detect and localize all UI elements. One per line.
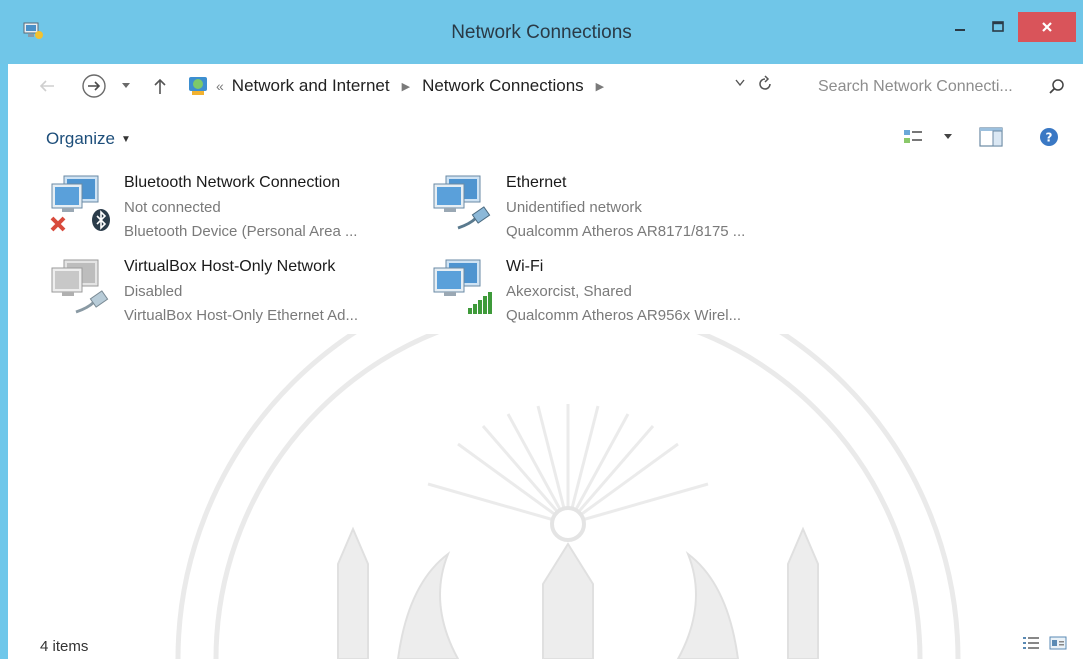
organize-label: Organize — [46, 129, 115, 148]
maximize-icon — [992, 21, 1004, 32]
minimize-icon — [955, 29, 965, 31]
connections-list: Bluetooth Network Connection Not connect… — [8, 164, 1083, 344]
breadcrumb-network-and-internet[interactable]: Network and Internet — [232, 76, 390, 96]
maximize-button[interactable] — [980, 12, 1016, 42]
watermark-emblem — [175, 334, 961, 659]
minimize-button[interactable] — [942, 12, 978, 42]
help-icon: ? — [1040, 128, 1058, 146]
title-bar[interactable]: Network Connections — [0, 0, 1083, 64]
refresh-button[interactable] — [756, 74, 774, 99]
back-button[interactable] — [36, 73, 58, 99]
connection-name: VirtualBox Host-Only Network — [124, 258, 336, 275]
change-view-button[interactable] — [902, 126, 924, 148]
ethernet-cable-icon — [433, 175, 491, 230]
chevron-down-icon: ▼ — [120, 133, 131, 145]
connection-device: Qualcomm Atheros AR956x Wirel... — [506, 307, 742, 324]
status-bar: 4 items — [8, 628, 1083, 659]
search-box[interactable] — [804, 72, 1074, 102]
details-view-icon — [1023, 637, 1039, 649]
tiles-view-button[interactable] — [1048, 634, 1068, 657]
address-history-button[interactable] — [734, 78, 746, 91]
connection-status: Disabled — [124, 283, 183, 300]
view-options-icon — [904, 130, 922, 143]
connection-device: Bluetooth Device (Personal Area ... — [124, 223, 358, 240]
forward-button[interactable] — [80, 73, 108, 99]
svg-text:?: ? — [1046, 131, 1053, 145]
tiles-view-icon — [1049, 636, 1067, 650]
connection-device: VirtualBox Host-Only Ethernet Ad... — [124, 307, 359, 324]
command-bar: Organize ▼ ? — [8, 112, 1083, 164]
chevron-down-icon — [735, 79, 745, 87]
connection-item-bluetooth[interactable]: Bluetooth Network Connection Not connect… — [46, 164, 426, 242]
chevron-down-icon — [122, 83, 130, 88]
connection-device: Qualcomm Atheros AR8171/8175 ... — [506, 223, 746, 240]
breadcrumb-separator-icon[interactable]: ▶ — [402, 80, 410, 93]
connection-status: Not connected — [124, 199, 221, 216]
connection-name: Bluetooth Network Connection — [124, 174, 341, 191]
view-dropdown-button[interactable] — [943, 126, 953, 148]
up-arrow-icon — [154, 78, 166, 94]
address-bar-row: « Network and Internet ▶ Network Connect… — [8, 64, 1083, 110]
connection-item-ethernet[interactable]: Ethernet Unidentified network Qualcomm A… — [428, 164, 808, 242]
details-view-button[interactable] — [1021, 634, 1041, 657]
search-input[interactable] — [818, 78, 1038, 96]
item-count: 4 items — [40, 638, 89, 655]
close-icon — [1042, 22, 1052, 32]
connection-status: Akexorcist, Shared — [506, 283, 632, 300]
organize-button[interactable]: Organize ▼ — [46, 129, 131, 149]
connection-item-wifi[interactable]: Wi-Fi Akexorcist, Shared Qualcomm Athero… — [428, 248, 808, 326]
connection-name: Ethernet — [506, 174, 567, 191]
chevron-down-icon — [944, 134, 952, 139]
ethernet-disabled-icon — [51, 259, 109, 314]
up-button[interactable] — [150, 73, 170, 99]
breadcrumb: « Network and Internet ▶ Network Connect… — [186, 74, 616, 98]
window-title: Network Connections — [451, 22, 632, 43]
close-button[interactable] — [1018, 12, 1076, 42]
wifi-signal-icon — [433, 259, 492, 314]
recent-locations-button[interactable] — [118, 73, 134, 99]
connection-name: Wi-Fi — [506, 258, 544, 275]
connection-item-virtualbox[interactable]: VirtualBox Host-Only Network Disabled Vi… — [46, 248, 426, 326]
forward-arrow-icon — [82, 74, 106, 98]
refresh-icon — [759, 75, 771, 90]
preview-pane-icon — [979, 127, 1003, 147]
breadcrumb-overflow[interactable]: « — [216, 78, 224, 94]
explorer-window: Network Connections « Network and Intern… — [0, 0, 1083, 659]
back-arrow-icon — [39, 80, 54, 92]
bluetooth-disconnected-icon — [50, 175, 110, 232]
connection-status: Unidentified network — [506, 199, 642, 216]
breadcrumb-separator-icon[interactable]: ▶ — [596, 80, 604, 93]
preview-pane-button[interactable] — [978, 126, 1004, 148]
help-button[interactable]: ? — [1038, 126, 1060, 148]
breadcrumb-network-connections[interactable]: Network Connections — [422, 76, 584, 96]
control-panel-icon — [189, 77, 207, 95]
search-icon[interactable] — [1048, 78, 1066, 96]
